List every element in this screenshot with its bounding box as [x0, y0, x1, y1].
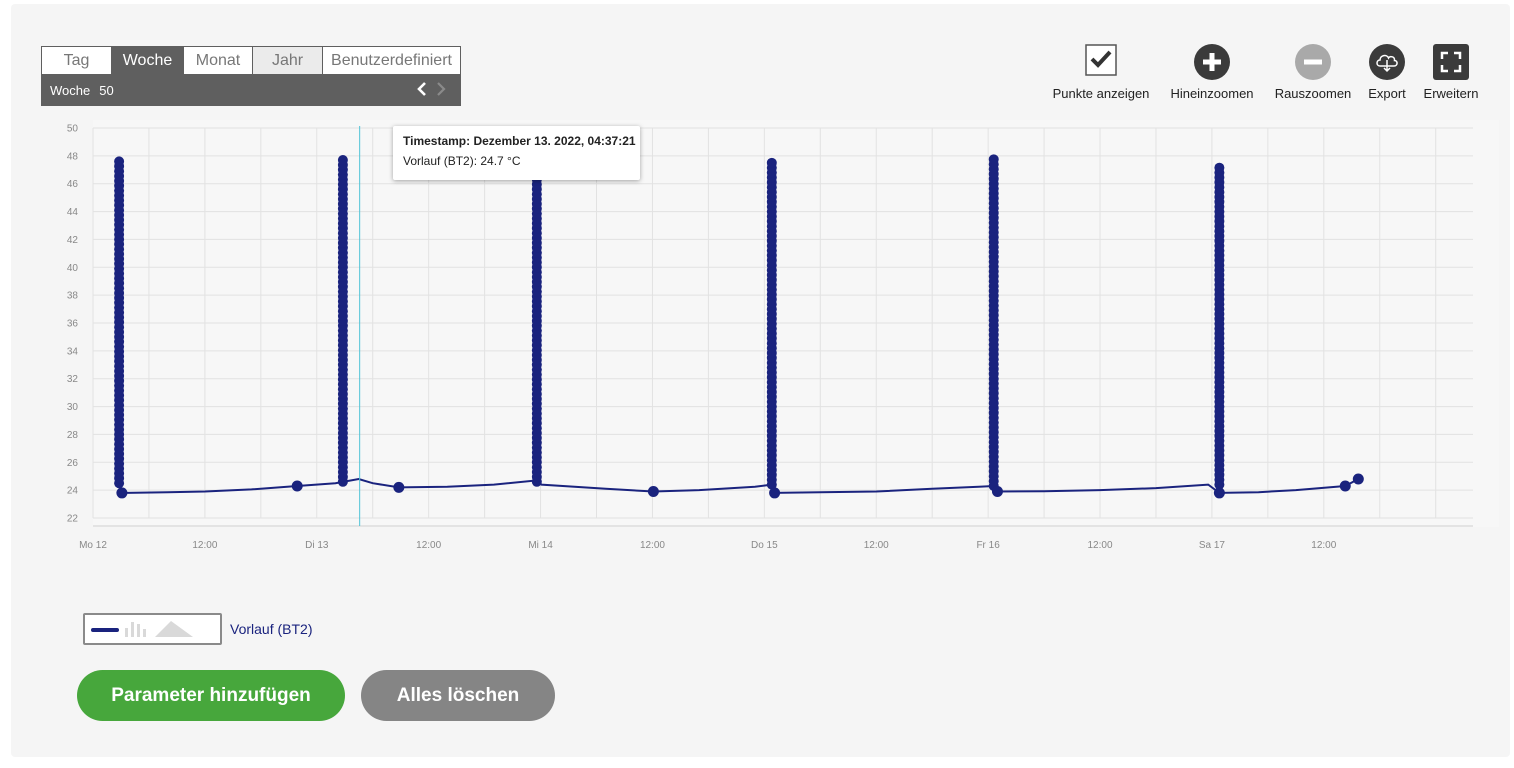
- data-point: [291, 480, 303, 492]
- y-tick-label: 38: [67, 291, 79, 302]
- line-chart[interactable]: 22 24 26 28 30 32 34 36 38 40 42 44 46 48 50 Mo 12 12:0…: [0, 0, 1514, 600]
- y-tick-label: 34: [67, 346, 79, 357]
- x-tick-label: 12:00: [1311, 540, 1336, 551]
- chart-tooltip: Timestamp: Dezember 13. 2022, 04:37:21 V…: [393, 126, 640, 180]
- tooltip-timestamp: Timestamp: Dezember 13. 2022, 04:37:21: [403, 134, 636, 148]
- data-point: [647, 486, 659, 498]
- y-tick-label: 50: [67, 124, 79, 135]
- y-tick-label: 24: [67, 486, 79, 497]
- data-point: [766, 157, 777, 168]
- data-point: [1352, 473, 1364, 485]
- y-tick-label: 26: [67, 458, 79, 469]
- spike-cluster: [766, 157, 777, 490]
- x-tick-label: Sa 17: [1199, 540, 1226, 551]
- x-tick-label: Di 13: [305, 540, 329, 551]
- data-point: [1214, 162, 1225, 173]
- legend-series-label[interactable]: Vorlauf (BT2): [230, 621, 312, 637]
- y-tick-label: 40: [67, 263, 79, 274]
- spike-cluster: [114, 156, 125, 489]
- y-tick-label: 36: [67, 319, 79, 330]
- x-axis: Mo 12 12:00 Di 13 12:00 Mi 14 12:00 Do 15 12:00…: [79, 525, 1473, 551]
- clear-all-button[interactable]: Alles löschen: [361, 670, 555, 721]
- x-tick-label: 12:00: [640, 540, 665, 551]
- data-point: [1339, 480, 1351, 492]
- y-tick-label: 48: [67, 151, 79, 162]
- x-tick-label: 12:00: [416, 540, 441, 551]
- add-parameter-button[interactable]: Parameter hinzufügen: [77, 670, 345, 721]
- x-tick-label: Do 15: [751, 540, 778, 551]
- y-tick-label: 46: [67, 179, 79, 190]
- y-tick-label: 28: [67, 430, 79, 441]
- spike-cluster: [1214, 162, 1225, 490]
- data-point: [337, 155, 348, 166]
- x-tick-label: Fr 16: [976, 540, 1000, 551]
- y-tick-label: 42: [67, 235, 79, 246]
- data-point: [114, 156, 125, 167]
- area-type-icon[interactable]: [155, 621, 193, 637]
- data-point: [988, 154, 999, 165]
- x-tick-label: 12:00: [192, 540, 217, 551]
- chart-type-icons: [91, 621, 193, 637]
- y-tick-label: 32: [67, 374, 79, 385]
- spike-cluster: [531, 155, 542, 487]
- data-point: [116, 487, 128, 499]
- data-point: [769, 487, 781, 499]
- y-tick-label: 30: [67, 402, 79, 413]
- y-tick-label: 22: [67, 514, 79, 525]
- spike-cluster: [337, 155, 348, 487]
- data-point: [393, 481, 405, 493]
- x-tick-label: Mi 14: [528, 540, 553, 551]
- y-tick-label: 44: [67, 207, 79, 218]
- bar-type-icon[interactable]: [125, 622, 146, 637]
- data-point: [1213, 487, 1225, 499]
- y-axis: 22 24 26 28 30 32 34 36 38 40 42 44 46 48 50: [67, 124, 79, 525]
- spike-cluster: [988, 154, 999, 491]
- x-tick-label: Mo 12: [79, 540, 107, 551]
- legend-chart-type-selector[interactable]: [83, 613, 222, 645]
- x-tick-label: 12:00: [864, 540, 889, 551]
- x-tick-label: 12:00: [1088, 540, 1113, 551]
- tooltip-value: Vorlauf (BT2): 24.7 °C: [403, 154, 521, 168]
- line-type-icon[interactable]: [91, 628, 119, 632]
- data-point: [991, 486, 1003, 498]
